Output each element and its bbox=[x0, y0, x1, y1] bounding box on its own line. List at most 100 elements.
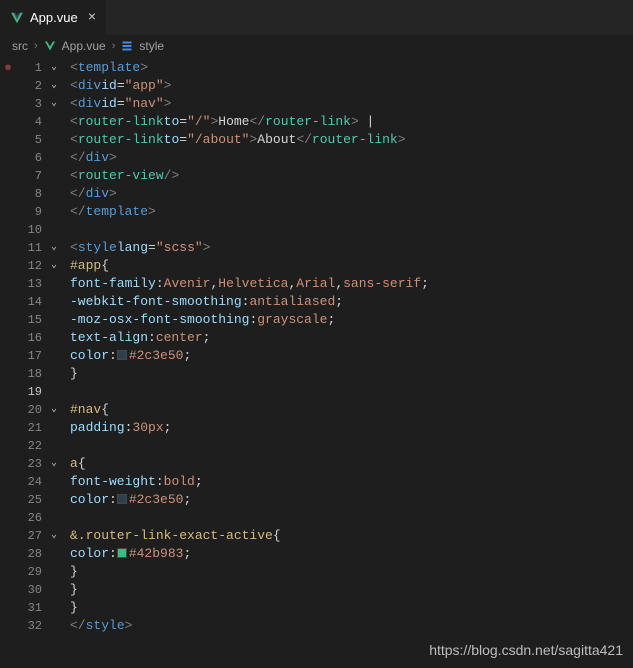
fold-toggle-icon[interactable]: ⌄ bbox=[46, 77, 62, 95]
code-line[interactable]: </template> bbox=[70, 203, 429, 221]
code-line[interactable] bbox=[70, 383, 429, 401]
gutter-line: 4 bbox=[0, 113, 62, 131]
fold-toggle-icon[interactable]: ⌄ bbox=[46, 59, 62, 77]
code-line[interactable]: font-family: Avenir, Helvetica, Arial, s… bbox=[70, 275, 429, 293]
gutter-line: 26 bbox=[0, 509, 62, 527]
fold-toggle-icon[interactable]: ⌄ bbox=[46, 257, 62, 275]
gutter-line: 19 bbox=[0, 383, 62, 401]
code-line[interactable]: a { bbox=[70, 455, 429, 473]
gutter-line: 12⌄ bbox=[0, 257, 62, 275]
line-number: 1 bbox=[16, 59, 46, 77]
code-area[interactable]: <template> <div id="app"> <div id="nav">… bbox=[62, 57, 429, 635]
gutter-line: 8 bbox=[0, 185, 62, 203]
gutter-line: 5 bbox=[0, 131, 62, 149]
fold-toggle-icon[interactable]: ⌄ bbox=[46, 455, 62, 473]
code-line[interactable]: color: #42b983; bbox=[70, 545, 429, 563]
line-number: 6 bbox=[16, 149, 46, 167]
line-number: 29 bbox=[16, 563, 46, 581]
gutter-line: 21 bbox=[0, 419, 62, 437]
gutter-line: 10 bbox=[0, 221, 62, 239]
code-line[interactable]: #app { bbox=[70, 257, 429, 275]
fold-toggle-icon[interactable]: ⌄ bbox=[46, 527, 62, 545]
gutter-line: 25 bbox=[0, 491, 62, 509]
gutter-line: 30 bbox=[0, 581, 62, 599]
breadcrumb-file[interactable]: App.vue bbox=[62, 39, 106, 53]
tab-label: App.vue bbox=[30, 10, 78, 25]
gutter-line: 28 bbox=[0, 545, 62, 563]
gutter-line: 27⌄ bbox=[0, 527, 62, 545]
code-line[interactable]: &.router-link-exact-active { bbox=[70, 527, 429, 545]
breadcrumb-folder[interactable]: src bbox=[12, 39, 28, 53]
gutter-line: 15 bbox=[0, 311, 62, 329]
line-number: 16 bbox=[16, 329, 46, 347]
line-number: 10 bbox=[16, 221, 46, 239]
line-number: 20 bbox=[16, 401, 46, 419]
gutter-line: 23⌄ bbox=[0, 455, 62, 473]
code-line[interactable]: </style> bbox=[70, 617, 429, 635]
line-number: 30 bbox=[16, 581, 46, 599]
line-number: 27 bbox=[16, 527, 46, 545]
line-number: 3 bbox=[16, 95, 46, 113]
fold-toggle-icon[interactable]: ⌄ bbox=[46, 239, 62, 257]
code-line[interactable]: <router-link to="/about">About</router-l… bbox=[70, 131, 429, 149]
line-number: 24 bbox=[16, 473, 46, 491]
line-number: 15 bbox=[16, 311, 46, 329]
code-line[interactable]: } bbox=[70, 581, 429, 599]
line-number: 13 bbox=[16, 275, 46, 293]
code-line[interactable]: color: #2c3e50; bbox=[70, 347, 429, 365]
code-line[interactable]: </div> bbox=[70, 185, 429, 203]
code-line[interactable]: } bbox=[70, 563, 429, 581]
line-number: 26 bbox=[16, 509, 46, 527]
line-number: 19 bbox=[16, 383, 46, 401]
line-number: 18 bbox=[16, 365, 46, 383]
gutter-line: 3⌄ bbox=[0, 95, 62, 113]
breadcrumb-symbol[interactable]: style bbox=[139, 39, 164, 53]
line-number: 11 bbox=[16, 239, 46, 257]
code-line[interactable]: <template> bbox=[70, 59, 429, 77]
code-line[interactable]: <style lang="scss"> bbox=[70, 239, 429, 257]
style-block-icon bbox=[121, 40, 133, 52]
code-line[interactable]: text-align: center; bbox=[70, 329, 429, 347]
code-line[interactable]: color: #2c3e50; bbox=[70, 491, 429, 509]
code-line[interactable]: <router-view/> bbox=[70, 167, 429, 185]
fold-toggle-icon[interactable]: ⌄ bbox=[46, 95, 62, 113]
code-line[interactable]: <div id="nav"> bbox=[70, 95, 429, 113]
code-line[interactable]: font-weight: bold; bbox=[70, 473, 429, 491]
gutter-line: 14 bbox=[0, 293, 62, 311]
tab-bar: App.vue × bbox=[0, 0, 633, 35]
code-line[interactable]: padding: 30px; bbox=[70, 419, 429, 437]
code-line[interactable] bbox=[70, 509, 429, 527]
code-line[interactable]: #nav { bbox=[70, 401, 429, 419]
vue-icon bbox=[10, 11, 24, 25]
code-line[interactable]: } bbox=[70, 599, 429, 617]
close-icon[interactable]: × bbox=[88, 10, 96, 26]
line-number: 14 bbox=[16, 293, 46, 311]
code-line[interactable]: -moz-osx-font-smoothing: grayscale; bbox=[70, 311, 429, 329]
code-line[interactable]: -webkit-font-smoothing: antialiased; bbox=[70, 293, 429, 311]
line-number: 28 bbox=[16, 545, 46, 563]
vue-icon bbox=[44, 40, 56, 52]
editor[interactable]: ●1⌄2⌄3⌄4567891011⌄12⌄1314151617181920⌄21… bbox=[0, 57, 633, 635]
code-line[interactable]: <router-link to="/">Home</router-link> | bbox=[70, 113, 429, 131]
code-line[interactable] bbox=[70, 437, 429, 455]
line-number: 7 bbox=[16, 167, 46, 185]
line-number: 9 bbox=[16, 203, 46, 221]
code-line[interactable] bbox=[70, 221, 429, 239]
gutter-line: 24 bbox=[0, 473, 62, 491]
gutter-line: 9 bbox=[0, 203, 62, 221]
line-number: 31 bbox=[16, 599, 46, 617]
fold-toggle-icon[interactable]: ⌄ bbox=[46, 401, 62, 419]
line-number: 8 bbox=[16, 185, 46, 203]
gutter: ●1⌄2⌄3⌄4567891011⌄12⌄1314151617181920⌄21… bbox=[0, 57, 62, 635]
tab-app-vue[interactable]: App.vue × bbox=[0, 0, 107, 35]
watermark: https://blog.csdn.net/sagitta421 bbox=[429, 642, 623, 658]
code-line[interactable]: </div> bbox=[70, 149, 429, 167]
gutter-line: 18 bbox=[0, 365, 62, 383]
line-number: 5 bbox=[16, 131, 46, 149]
gutter-line: 6 bbox=[0, 149, 62, 167]
gutter-line: 11⌄ bbox=[0, 239, 62, 257]
breadcrumb: src › App.vue › style bbox=[0, 35, 633, 57]
code-line[interactable]: } bbox=[70, 365, 429, 383]
gutter-line: 29 bbox=[0, 563, 62, 581]
code-line[interactable]: <div id="app"> bbox=[70, 77, 429, 95]
